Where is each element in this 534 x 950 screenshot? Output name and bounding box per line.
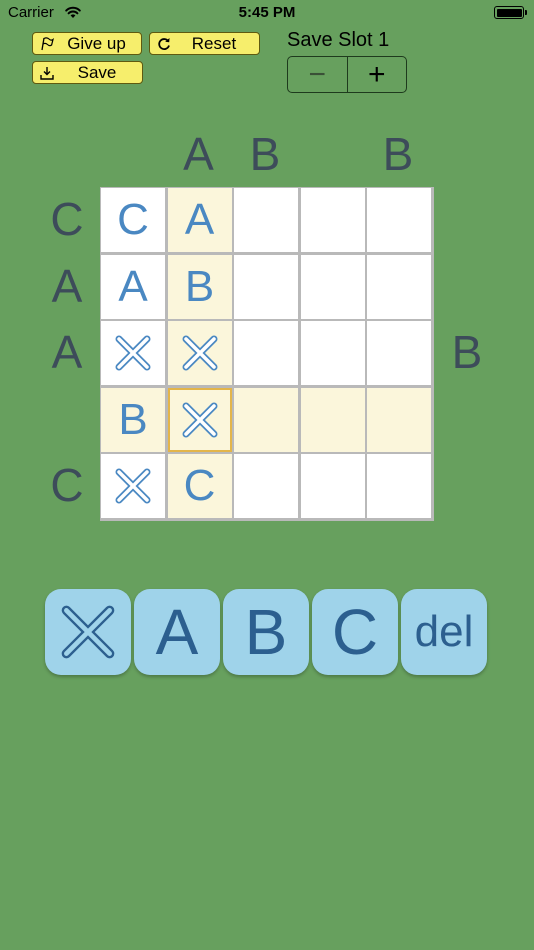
slot-decrement-button[interactable]: − xyxy=(288,57,348,92)
save-slot-stepper[interactable]: − + xyxy=(287,56,407,93)
cross-mark-icon xyxy=(182,335,217,371)
grid-cell-r3-c5[interactable] xyxy=(367,321,431,385)
reset-button[interactable]: Reset xyxy=(149,32,260,55)
key-cross-button[interactable] xyxy=(45,589,131,675)
grid-cell-r1-c1[interactable]: C xyxy=(101,188,165,252)
key-a-button[interactable]: A xyxy=(134,589,220,675)
key-delete-button[interactable]: del xyxy=(401,589,487,675)
grid-cell-r3-c4[interactable] xyxy=(300,321,365,385)
top-clue-col-3: B xyxy=(249,128,281,180)
save-slot-label: Save Slot 1 xyxy=(287,29,390,51)
key-c-button[interactable]: C xyxy=(312,589,398,675)
status-bar: Carrier 5:45 PM xyxy=(0,0,534,28)
grid-cell-r2-c4[interactable] xyxy=(300,254,365,319)
left-clue-row-1: C xyxy=(50,193,84,245)
give-up-label: Give up xyxy=(67,33,126,53)
grid-cell-r5-c3[interactable] xyxy=(234,454,298,518)
cross-mark-icon xyxy=(115,335,151,371)
grid-cell-r2-c2[interactable]: B xyxy=(167,254,232,319)
grid-cell-r1-c4[interactable] xyxy=(300,188,365,252)
save-button[interactable]: Save xyxy=(32,61,143,84)
save-tray-icon xyxy=(40,66,54,80)
grid-cell-r3-c2[interactable] xyxy=(167,321,232,385)
grid-cell-r5-c2[interactable]: C xyxy=(167,454,232,518)
left-clue-row-2: A xyxy=(51,259,83,312)
puzzle-grid: CAABBC xyxy=(100,187,434,521)
key-b-button[interactable]: B xyxy=(223,589,309,675)
clock: 5:45 PM xyxy=(238,4,296,21)
reset-icon xyxy=(158,37,170,50)
flag-icon xyxy=(41,36,54,50)
grid-cell-r3-c1[interactable] xyxy=(101,321,165,385)
reset-label: Reset xyxy=(191,33,237,53)
top-clue-col-2: A xyxy=(183,128,214,180)
grid-cell-r2-c3[interactable] xyxy=(234,254,298,319)
top-clue-col-5: B xyxy=(382,128,414,180)
slot-increment-button[interactable]: + xyxy=(348,57,407,92)
grid-cell-r2-c5[interactable] xyxy=(367,254,431,319)
grid-cell-r4-c1[interactable]: B xyxy=(101,387,165,452)
grid-cell-r4-c4[interactable] xyxy=(300,387,365,452)
grid-cell-r3-c3[interactable] xyxy=(234,321,298,385)
battery-tip xyxy=(525,10,527,15)
grid-cell-r5-c4[interactable] xyxy=(300,454,365,518)
grid-cell-r5-c5[interactable] xyxy=(367,454,431,518)
left-clue-row-5: C xyxy=(50,459,84,511)
grid-cell-r2-c1[interactable]: A xyxy=(101,254,165,319)
grid-cell-r5-c1[interactable] xyxy=(101,454,165,518)
give-up-button[interactable]: Give up xyxy=(32,32,142,55)
cross-key-icon xyxy=(61,605,115,659)
grid-cell-r1-c3[interactable] xyxy=(234,188,298,252)
grid-cell-r4-c2[interactable] xyxy=(167,387,232,452)
cross-mark-icon xyxy=(115,468,151,504)
grid-cell-r4-c3[interactable] xyxy=(234,387,298,452)
right-clue-row-3: B xyxy=(451,326,483,378)
grid-cell-r1-c2[interactable]: A xyxy=(167,188,232,252)
cross-mark-icon xyxy=(182,402,217,437)
grid-cell-r4-c5[interactable] xyxy=(367,387,431,452)
battery-icon xyxy=(494,6,524,19)
left-clue-row-3: A xyxy=(51,326,83,378)
save-label: Save xyxy=(77,62,117,82)
grid-cell-r1-c5[interactable] xyxy=(367,188,431,252)
